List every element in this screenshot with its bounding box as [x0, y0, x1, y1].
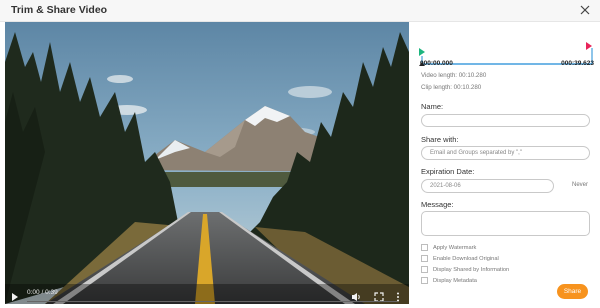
apply-watermark-label: Apply Watermark — [433, 244, 477, 251]
name-label: Name: — [421, 102, 444, 111]
expiration-label: Expiration Date: — [421, 167, 475, 176]
share-with-input[interactable]: Email and Groups separated by "," — [421, 146, 590, 160]
expiration-date-input[interactable]: 2021-08-06 — [421, 179, 554, 193]
enable-download-original-option[interactable]: Enable Download Original — [421, 254, 499, 263]
close-icon[interactable] — [578, 2, 592, 18]
trim-start-handle — [419, 48, 425, 56]
display-shared-by-option[interactable]: Display Shared by Information — [421, 265, 509, 274]
trim-end-time: 000:39.623 — [561, 60, 594, 67]
message-label: Message: — [421, 200, 454, 209]
video-length: Video length: 00:10.280 — [421, 72, 487, 79]
share-with-label: Share with: — [421, 135, 459, 144]
enable-download-original-checkbox[interactable] — [421, 255, 428, 262]
video-frame — [5, 22, 409, 304]
name-input[interactable] — [421, 114, 590, 127]
apply-watermark-checkbox[interactable] — [421, 244, 428, 251]
display-metadata-checkbox[interactable] — [421, 277, 428, 284]
display-shared-by-checkbox[interactable] — [421, 266, 428, 273]
share-button[interactable]: Share — [557, 284, 588, 299]
player-time: 0:00 / 0:39 — [27, 289, 58, 296]
display-metadata-label: Display Metadata — [433, 277, 477, 284]
video-player[interactable]: 0:00 / 0:39 — [5, 22, 409, 304]
share-panel: 000:00.000 000:39.623 Video length: 00:1… — [418, 22, 600, 308]
play-icon[interactable] — [11, 289, 19, 304]
trim-end-handle — [586, 42, 592, 50]
player-controls: 0:00 / 0:39 — [5, 284, 409, 304]
enable-download-original-label: Enable Download Original — [433, 255, 499, 262]
clip-length: Clip length: 00:10.280 — [421, 84, 482, 91]
dialog-title: Trim & Share Video — [11, 4, 108, 16]
trim-start-time: 000:00.000 — [420, 60, 453, 67]
never-option[interactable]: Never — [572, 182, 588, 188]
dialog-titlebar: Trim & Share Video — [0, 0, 600, 22]
progress-bar[interactable] — [27, 301, 397, 302]
display-shared-by-label: Display Shared by Information — [433, 266, 510, 273]
message-textarea[interactable] — [421, 211, 590, 236]
display-metadata-option[interactable]: Display Metadata — [421, 276, 477, 285]
apply-watermark-option[interactable]: Apply Watermark — [421, 243, 476, 252]
